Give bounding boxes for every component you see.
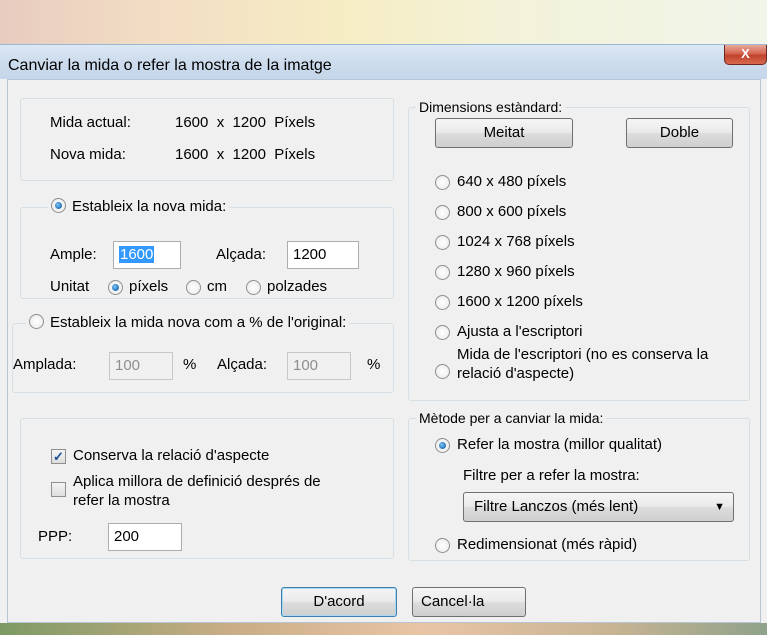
height-value: 1200 <box>293 246 327 263</box>
fit-desktop-label: Ajusta a l'escriptori <box>457 323 583 340</box>
unit-cm-radio[interactable] <box>186 280 201 295</box>
standard-dimensions-group: Meitat Doble 640 x 480 píxels 800 x 600 … <box>408 107 750 401</box>
resize-dialog: Canviar la mida o refer la mostra de la … <box>0 44 767 624</box>
desktop-size-label-line2: relació d'aspecte) <box>457 365 575 382</box>
double-button[interactable]: Doble <box>626 118 733 148</box>
percent-radio-label: Estableix la mida nova com a % de l'orig… <box>50 314 347 331</box>
ok-button[interactable]: D'acord <box>281 587 397 617</box>
percent-group: Amplada: 100 % Alçada: 100 % <box>12 323 394 393</box>
sharpen-label-line2: refer la mostra <box>73 492 170 509</box>
resample-label: Refer la mostra (millor qualitat) <box>457 436 663 453</box>
preset-800-radio[interactable] <box>435 205 450 220</box>
preset-640-radio[interactable] <box>435 175 450 190</box>
filter-dropdown[interactable]: Filtre Lanczos (més lent) ▼ <box>463 492 734 522</box>
preset-1024-radio[interactable] <box>435 235 450 250</box>
percent-width-input[interactable]: 100 <box>109 352 173 380</box>
method-title: Mètode per a canviar la mida: <box>416 410 607 426</box>
percent-width-value: 100 <box>115 357 141 374</box>
filter-label: Filtre per a refer la mostra: <box>463 467 640 484</box>
close-icon: X <box>741 46 750 61</box>
height-label: Alçada: <box>216 246 267 263</box>
method-group: Refer la mostra (millor qualitat) Filtre… <box>408 418 750 561</box>
dpi-value: 200 <box>114 528 140 545</box>
preset-640-label: 640 x 480 píxels <box>457 173 567 190</box>
dialog-title: Canviar la mida o refer la mostra de la … <box>8 57 332 74</box>
width-input[interactable]: 1600 <box>113 241 181 269</box>
percent-title: Estableix la mida nova com a % de l'orig… <box>26 314 350 331</box>
cancel-button[interactable]: Cancel·la <box>412 587 526 617</box>
desktop-size-radio[interactable] <box>435 364 450 379</box>
background-bottom <box>0 623 767 635</box>
new-size-value: 1600 x 1200 Píxels <box>175 146 316 163</box>
keep-ratio-checkbox[interactable]: ✓ <box>51 449 66 464</box>
percent-height-input[interactable]: 100 <box>287 352 351 380</box>
percent-height-label: Alçada: <box>217 356 268 373</box>
width-value: 1600 <box>119 246 155 263</box>
background-top <box>0 0 767 44</box>
unit-cm-label: cm <box>207 278 227 295</box>
height-input[interactable]: 1200 <box>287 241 359 269</box>
percent-radio[interactable] <box>29 314 44 329</box>
set-size-group: Ample: 1600 Alçada: 1200 Unitat píxels c… <box>20 207 394 299</box>
unit-pixels-label: píxels <box>129 278 169 295</box>
percent-height-value: 100 <box>293 357 319 374</box>
chevron-down-icon: ▼ <box>714 501 725 513</box>
resize-label: Redimensionat (més ràpid) <box>457 536 638 553</box>
preset-800-label: 800 x 600 píxels <box>457 203 567 220</box>
set-size-radio[interactable] <box>51 198 66 213</box>
preset-1600-label: 1600 x 1200 píxels <box>457 293 583 310</box>
preset-1280-radio[interactable] <box>435 265 450 280</box>
close-button[interactable]: X <box>724 45 767 65</box>
standard-dimensions-title: Dimensions estàndard: <box>416 99 566 115</box>
half-button[interactable]: Meitat <box>435 118 573 148</box>
preset-1280-label: 1280 x 960 píxels <box>457 263 575 280</box>
set-size-radio-label: Estableix la nova mida: <box>72 198 227 215</box>
percent-width-unit: % <box>183 356 197 373</box>
unit-pixels-radio[interactable] <box>108 280 123 295</box>
dpi-input[interactable]: 200 <box>108 523 182 551</box>
unit-label: Unitat <box>50 278 90 295</box>
percent-width-label: Amplada: <box>13 356 77 373</box>
dialog-client-area: Mida actual: 1600 x 1200 Píxels Nova mid… <box>7 79 761 623</box>
width-label: Ample: <box>50 246 97 263</box>
current-size-label: Mida actual: <box>50 114 131 131</box>
new-size-label: Nova mida: <box>50 146 126 163</box>
title-bar: Canviar la mida o refer la mostra de la … <box>0 45 767 79</box>
dpi-label: PPP: <box>38 528 73 545</box>
sharpen-label-line1: Aplica millora de definició després de <box>73 473 321 490</box>
percent-height-unit: % <box>367 356 381 373</box>
options-group: ✓ Conserva la relació d'aspecte Aplica m… <box>20 418 394 559</box>
current-size-value: 1600 x 1200 Píxels <box>175 114 316 131</box>
resize-radio[interactable] <box>435 538 450 553</box>
resample-radio[interactable] <box>435 438 450 453</box>
preset-1600-radio[interactable] <box>435 295 450 310</box>
fit-desktop-radio[interactable] <box>435 325 450 340</box>
keep-ratio-label: Conserva la relació d'aspecte <box>73 447 270 464</box>
size-info-group: Mida actual: 1600 x 1200 Píxels Nova mid… <box>20 98 394 181</box>
unit-inches-radio[interactable] <box>246 280 261 295</box>
set-size-title: Estableix la nova mida: <box>48 198 230 215</box>
desktop-size-label-line1: Mida de l'escriptori (no es conserva la <box>457 346 709 363</box>
sharpen-checkbox[interactable] <box>51 482 66 497</box>
filter-dropdown-value: Filtre Lanczos (més lent) <box>474 498 639 515</box>
preset-1024-label: 1024 x 768 píxels <box>457 233 575 250</box>
unit-inches-label: polzades <box>267 278 328 295</box>
